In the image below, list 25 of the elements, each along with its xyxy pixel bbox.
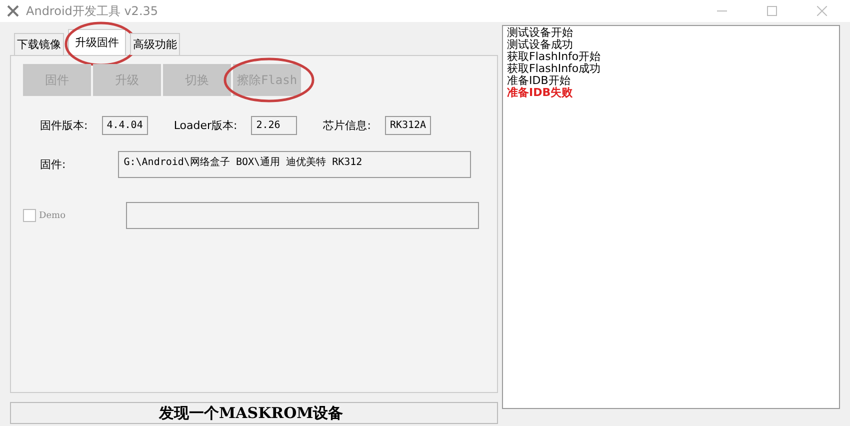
log-line: 获取FlashInfo成功 [507,63,601,75]
window-title: Android开发工具 v2.35 [26,2,160,20]
log-line: 获取FlashInfo开始 [507,51,601,63]
info-field[interactable]: 4.4.04 [102,116,148,135]
tab[interactable]: 高级功能 [130,33,180,55]
log-line: 准备IDB开始 [507,75,570,87]
log-line: 测试设备成功 [507,39,573,51]
field-label: Loader版本: [174,118,238,133]
info-field[interactable]: RK312A [384,116,432,135]
close-icon [817,6,827,16]
app-icon [6,4,20,18]
log-line: 准备IDB失败 [507,87,573,99]
firmware-path-field[interactable]: G:\Android\网络盒子 BOX\通用 迪优美特 RK312 [118,151,471,178]
checkbox-label: Demo [39,210,66,220]
tab[interactable]: 下载镜像 [14,33,64,55]
status-bar: 发现一个MASKROM设备 [10,402,498,424]
log-line: 测试设备开始 [507,27,573,39]
field-label: 芯片信息: [323,118,371,133]
info-field[interactable]: 2.26 [251,116,298,135]
field-label: 固件: [40,157,66,172]
demo-checkbox[interactable] [23,209,36,222]
tab[interactable]: 升级固件 [68,29,126,55]
field-label: 固件版本: [40,118,88,133]
demo-field[interactable] [126,202,478,229]
maximize-icon [767,6,777,16]
